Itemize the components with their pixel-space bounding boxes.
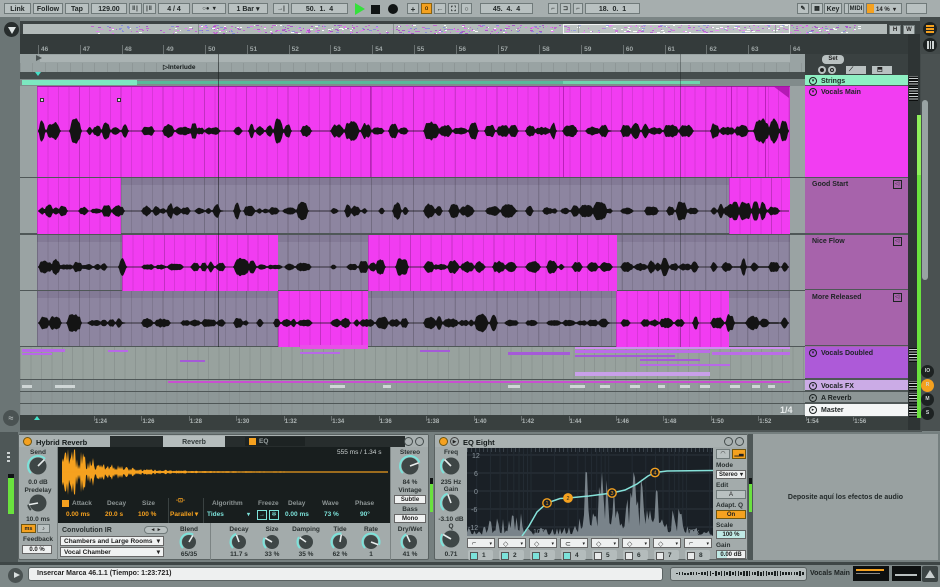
svg-text:1k: 1k: [611, 529, 619, 536]
svg-text:1: 1: [545, 501, 548, 507]
svg-text:2: 2: [566, 496, 569, 502]
svg-text:3: 3: [610, 491, 613, 497]
svg-text:10k: 10k: [688, 529, 700, 536]
svg-text:0: 0: [474, 489, 478, 496]
svg-text:12: 12: [472, 453, 480, 460]
svg-text:100: 100: [533, 529, 545, 536]
svg-text:4: 4: [653, 471, 656, 477]
svg-text:-12: -12: [468, 525, 478, 532]
svg-text:6: 6: [474, 471, 478, 478]
svg-text:-6: -6: [471, 507, 477, 514]
